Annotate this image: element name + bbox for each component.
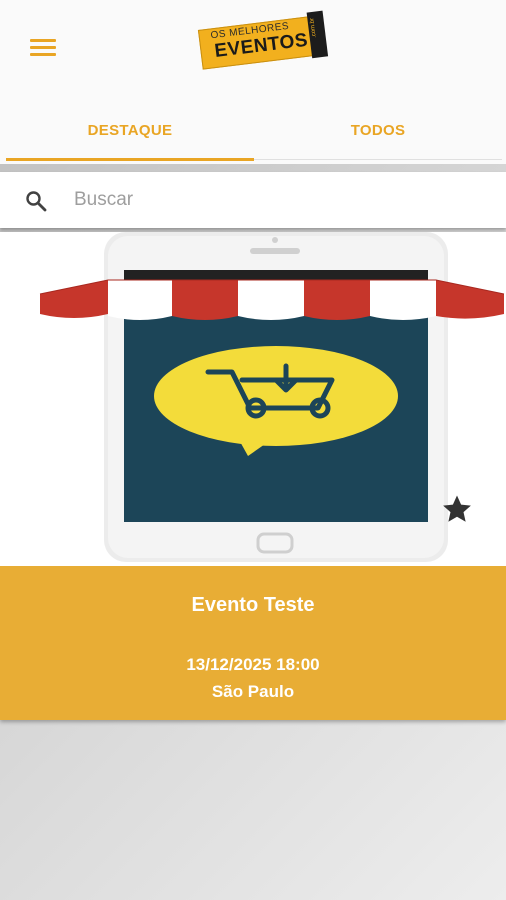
app-bar: OS MELHORES EVENTOS .com.br — [0, 0, 506, 96]
menu-icon[interactable] — [30, 38, 56, 58]
star-icon[interactable] — [440, 492, 474, 526]
event-title: Evento Teste — [191, 594, 315, 616]
event-info: Evento Teste 13/12/2025 18:00 São Paulo — [0, 566, 506, 720]
search-icon[interactable] — [24, 189, 48, 213]
tab-divider — [254, 159, 502, 160]
search-input[interactable] — [74, 184, 474, 216]
event-image — [0, 232, 506, 566]
event-location: São Paulo — [211, 682, 295, 701]
event-card[interactable]: Evento Teste 13/12/2025 18:00 São Paulo — [0, 232, 506, 720]
active-tab-indicator — [6, 158, 254, 161]
shop-phone-illustration — [39, 232, 505, 562]
tab-todos[interactable]: TODOS — [254, 96, 502, 164]
search-bar — [0, 172, 506, 228]
tab-destaque[interactable]: DESTAQUE — [6, 96, 254, 164]
tab-bar: DESTAQUE TODOS — [0, 96, 506, 164]
event-datetime: 13/12/2025 18:00 — [186, 655, 320, 674]
app-logo: OS MELHORES EVENTOS .com.br — [197, 6, 331, 79]
